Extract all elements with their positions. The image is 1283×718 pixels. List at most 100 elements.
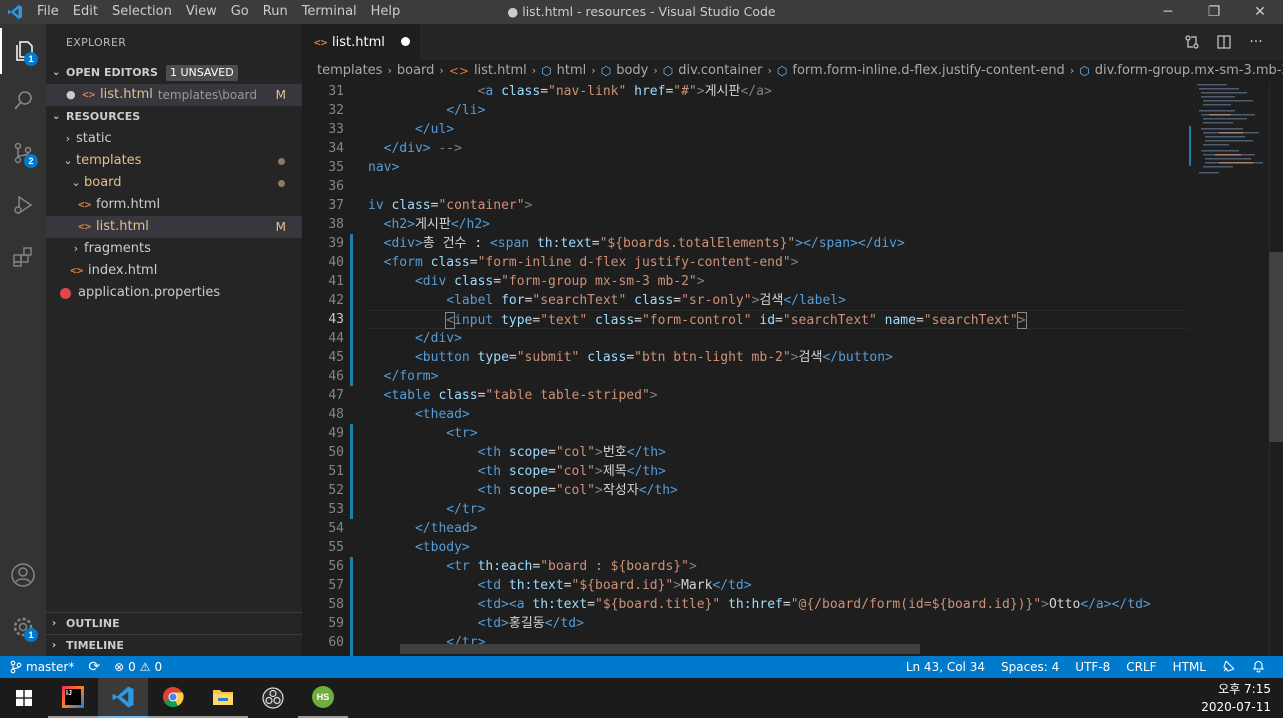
breadcrumb-item[interactable]: ⬡ div.container [663,60,763,82]
line-number: 39 [328,236,344,251]
taskbar-hs-app[interactable]: HS [298,678,348,718]
code-line: <thead> [414,407,470,422]
chrome-icon [163,687,184,708]
breadcrumb-item[interactable]: ⬡ body [601,60,649,82]
sync-button[interactable]: ⟳ [88,659,100,675]
notifications-button[interactable] [1252,659,1265,676]
line-number: 55 [328,540,344,555]
taskbar-chrome[interactable] [148,678,198,718]
menu-run[interactable]: Run [256,0,295,24]
code-line-current: <input type="text" class="form-control" … [368,310,1188,329]
minimize-button[interactable]: ─ [1145,0,1191,24]
menu-terminal[interactable]: Terminal [295,0,364,24]
code-line: <th scope="col">번호</th> [477,445,666,460]
maximize-button[interactable]: ❐ [1191,0,1237,24]
line-number: 51 [328,464,344,479]
breadcrumb-item[interactable]: <> list.html [449,60,527,82]
run-debug-button[interactable] [0,182,46,228]
start-button[interactable] [0,678,48,718]
unsaved-dot-icon[interactable] [401,37,410,46]
menu-selection[interactable]: Selection [105,0,179,24]
feedback-button[interactable] [1222,659,1236,676]
language-mode[interactable]: HTML [1173,660,1206,674]
unsaved-dot-icon[interactable]: ● [66,84,82,106]
outline-label: OUTLINE [66,616,120,630]
accounts-button[interactable] [0,552,46,598]
git-modified-indicator[interactable] [350,234,353,386]
menu-view[interactable]: View [179,0,224,24]
search-button[interactable] [0,78,46,124]
symbol-element-icon: ⬡ [541,64,552,78]
menu-file[interactable]: File [30,0,66,24]
chevron-down-icon: ⌄ [52,111,61,122]
menu-go[interactable]: Go [224,0,256,24]
scrollbar-thumb[interactable] [1269,252,1283,442]
symbol-element-icon: ⬡ [776,64,788,78]
warning-icon: ⚠ [139,660,151,674]
sidebar-bottom-sections: › OUTLINE › TIMELINE [46,612,302,656]
line-number: 35 [328,160,344,175]
tree-folder-templates[interactable]: ⌄ templates [46,150,302,172]
outline-section[interactable]: › OUTLINE [46,612,302,634]
open-editor-path: templates\board [157,88,257,102]
code-editor[interactable]: 31 32 33 34 35 36 37 38 39 40 41 42 43 4… [302,82,1283,656]
open-editors-section[interactable]: ⌄ OPEN EDITORS 1 UNSAVED [46,62,302,84]
extensions-button[interactable] [0,234,46,280]
menu-help[interactable]: Help [364,0,408,24]
chevron-down-icon: ⌄ [52,67,61,78]
vertical-scrollbar[interactable] [1269,82,1283,656]
close-button[interactable]: ✕ [1237,0,1283,24]
open-editor-item-list[interactable]: ● <> list.html templates\board M [46,84,302,106]
chevron-right-icon: › [653,64,658,77]
breadcrumb-item[interactable]: templates [317,60,382,82]
code-line: <td>홍길동</td> [477,616,584,631]
cursor-position[interactable]: Ln 43, Col 34 [906,660,985,674]
tree-file-list[interactable]: <> list.html M [46,216,302,238]
minimap[interactable] [1189,82,1269,656]
end-of-line[interactable]: CRLF [1126,660,1156,674]
resources-label: RESOURCES [66,110,141,123]
taskbar-file-explorer[interactable] [198,678,248,718]
problems-status[interactable]: ⊗ 0 ⚠ 0 [114,660,162,674]
editor-group: <> list.html ··· templates › board › <> l… [302,24,1283,656]
timeline-section[interactable]: › TIMELINE [46,634,302,656]
taskbar-clock[interactable]: 오후 7:15 2020-07-11 [1201,680,1271,716]
encoding[interactable]: UTF-8 [1075,660,1110,674]
folder-icon [213,690,233,705]
tree-folder-static[interactable]: › static [46,128,302,150]
taskbar-intellij[interactable]: IJ [48,678,98,718]
branch-status[interactable]: master* [10,660,74,674]
taskbar-obs[interactable] [248,678,298,718]
folder-label: templates [76,153,142,168]
open-changes-button[interactable] [1183,33,1201,51]
horizontal-scrollbar[interactable] [400,644,920,654]
intellij-icon: IJ [62,686,84,708]
taskbar-vscode[interactable] [98,678,148,718]
git-modified-indicator[interactable] [350,424,353,519]
split-editor-button[interactable] [1215,33,1233,51]
menu-edit[interactable]: Edit [66,0,105,24]
indentation[interactable]: Spaces: 4 [1001,660,1059,674]
html-file-icon: <> [314,35,328,49]
breadcrumb-item[interactable]: ⬡ div.form-group.mx-sm-3.mb-2 [1079,60,1283,82]
breadcrumb-item[interactable]: board [397,60,435,82]
git-modified-indicator[interactable] [350,557,353,656]
code-line: <form class="form-inline d-flex justify-… [383,255,799,270]
more-actions-button[interactable]: ··· [1247,33,1265,51]
explorer-button[interactable]: 1 [0,28,46,74]
source-control-button[interactable]: 2 [0,130,46,176]
breadcrumb-item[interactable]: ⬡ form.form-inline.d-flex.justify-content… [777,60,1065,82]
tree-folder-fragments[interactable]: › fragments [46,238,302,260]
tab-list-html[interactable]: <> list.html [302,24,420,60]
feedback-icon [1223,660,1235,672]
manage-button[interactable]: 1 [0,604,46,650]
tree-file-index[interactable]: <> index.html [46,260,302,282]
tree-file-application[interactable]: application.properties [46,282,302,304]
resources-section[interactable]: ⌄ RESOURCES [46,106,302,128]
html-file-icon: <> [78,220,92,233]
line-number-gutter: 31 32 33 34 35 36 37 38 39 40 41 42 43 4… [302,82,368,652]
breadcrumb-item[interactable]: ⬡ html [541,60,586,82]
chevron-right-icon: › [52,617,57,629]
tree-folder-board[interactable]: ⌄ board [46,172,302,194]
tree-file-form[interactable]: <> form.html [46,194,302,216]
